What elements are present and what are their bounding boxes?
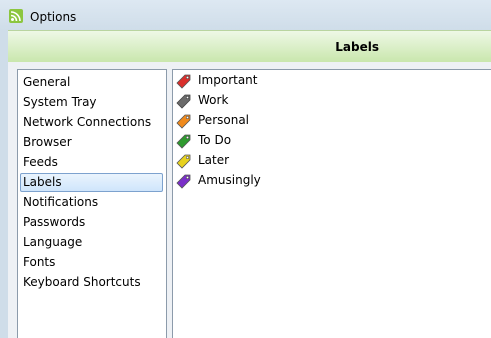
label-name: To Do xyxy=(198,133,232,147)
purple-tag-icon xyxy=(176,174,191,189)
nav-item-browser[interactable]: Browser xyxy=(20,133,163,152)
label-name: Important xyxy=(198,73,258,87)
red-tag-icon xyxy=(176,74,191,89)
nav-item-keyboard-shortcuts[interactable]: Keyboard Shortcuts xyxy=(20,273,163,292)
nav-item-language[interactable]: Language xyxy=(20,233,163,252)
nav-item-notifications[interactable]: Notifications xyxy=(20,193,163,212)
page-header: Labels xyxy=(8,30,491,63)
nav-item-system-tray[interactable]: System Tray xyxy=(20,93,163,112)
content-area: General System Tray Network Connections … xyxy=(8,62,491,338)
label-name: Later xyxy=(198,153,230,167)
title-bar[interactable]: Options xyxy=(0,0,491,30)
nav-item-network-connections[interactable]: Network Connections xyxy=(20,113,163,132)
label-name: Amusingly xyxy=(198,173,261,187)
orange-tag-icon xyxy=(176,114,191,129)
label-name: Personal xyxy=(198,113,250,127)
options-category-list: General System Tray Network Connections … xyxy=(17,69,167,338)
nav-item-passwords[interactable]: Passwords xyxy=(20,213,163,232)
label-name: Work xyxy=(198,93,229,107)
nav-item-general[interactable]: General xyxy=(20,73,163,92)
nav-item-feeds[interactable]: Feeds xyxy=(20,153,163,172)
nav-item-labels[interactable]: Labels xyxy=(20,173,163,192)
yellow-tag-icon xyxy=(176,154,191,169)
options-window: Options Labels General System Tray Netwo… xyxy=(0,0,491,338)
gray-tag-icon xyxy=(176,94,191,109)
green-tag-icon xyxy=(176,134,191,149)
window-title: Options xyxy=(30,10,77,24)
page-title: Labels xyxy=(335,40,379,54)
labels-list: Important Work Personal To Do Later Amus… xyxy=(172,69,491,338)
nav-item-fonts[interactable]: Fonts xyxy=(20,253,163,272)
rss-feed-icon xyxy=(9,9,23,23)
